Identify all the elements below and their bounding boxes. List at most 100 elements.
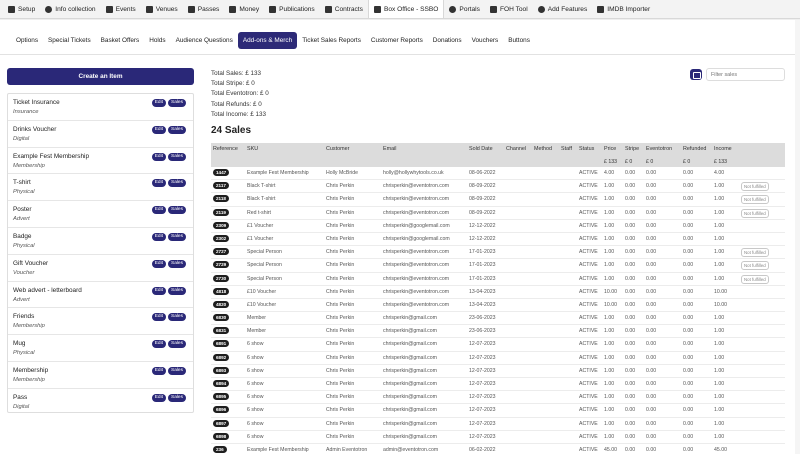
nav-add-features[interactable]: Add Features [533,0,593,18]
col-staff[interactable]: Staff [561,146,572,152]
edit-button[interactable]: Edit [151,366,166,375]
nav-setup[interactable]: Setup [3,0,40,18]
tab-vouchers[interactable]: Vouchers [467,32,504,49]
tab-basket-offers[interactable]: Basket Offers [96,32,145,49]
sales-button[interactable]: Sales [168,393,186,402]
sales-button[interactable]: Sales [168,340,186,349]
sales-button[interactable]: Sales [168,179,186,188]
sales-button[interactable]: Sales [168,286,186,295]
reference-badge[interactable]: 6895 [213,393,230,401]
col-sold-date[interactable]: Sold Date [469,146,493,152]
reference-badge[interactable]: 6892 [213,353,230,361]
reference-badge[interactable]: 236 [213,445,227,453]
create-item-button[interactable]: Create an Item [7,68,194,85]
nav-info-collection[interactable]: Info collection [40,0,100,18]
tab-audience-questions[interactable]: Audience Questions [171,32,238,49]
fulfilment-badge[interactable]: Not fulfilled [741,248,769,258]
reference-badge[interactable]: 6891 [213,340,230,348]
sales-button[interactable]: Sales [168,152,186,161]
sales-button[interactable]: Sales [168,99,186,107]
list-item[interactable]: Drinks Voucher Digital Edit Sales [8,121,193,148]
fulfilment-badge[interactable]: Not fulfilled [741,274,769,284]
list-item[interactable]: Web advert - letterboard Advert Edit Sales [8,282,193,309]
reference-badge[interactable]: 2117 [213,182,229,190]
nav-publications[interactable]: Publications [264,0,320,18]
filter-toggle-icon[interactable] [690,69,702,80]
nav-passes[interactable]: Passes [183,0,225,18]
list-item[interactable]: T-shirt Physical Edit Sales [8,174,193,202]
edit-button[interactable]: Edit [151,152,166,161]
list-item[interactable]: Poster Advert Edit Sales [8,201,193,228]
col-customer[interactable]: Customer [326,146,349,152]
edit-button[interactable]: Edit [151,313,166,322]
edit-button[interactable]: Edit [151,99,166,107]
reference-badge[interactable]: 4818 [213,287,230,295]
nav-box-office-ssbo[interactable]: Box Office - SSBO [367,0,445,18]
sales-button[interactable]: Sales [168,259,186,268]
reference-badge[interactable]: 2727 [213,248,230,256]
col-email[interactable]: Email [383,146,396,152]
list-item[interactable]: Friends Membership Edit Sales [8,308,193,336]
fulfilment-badge[interactable]: Not fulfilled [741,208,769,218]
reference-badge[interactable]: 6830 [213,314,230,322]
tab-donations[interactable]: Donations [428,32,467,49]
list-item[interactable]: Pass Digital Edit Sales [8,389,193,416]
reference-badge[interactable]: 6894 [213,380,230,387]
fulfilment-badge[interactable]: Not fulfilled [741,182,769,192]
edit-button[interactable]: Edit [151,232,166,241]
tab-ticket-sales-reports[interactable]: Ticket Sales Reports [297,32,366,49]
col-eventotron[interactable]: Eventotron [646,146,672,152]
nav-money[interactable]: Money [224,0,264,18]
list-item[interactable]: Ticket Insurance Insurance Edit Sales [8,94,193,121]
reference-badge[interactable]: 6898 [213,432,230,440]
edit-button[interactable]: Edit [151,340,166,349]
list-item[interactable]: Membership Membership Edit Sales [8,362,193,389]
reference-badge[interactable]: 2309 [213,221,230,229]
nav-portals[interactable]: Portals [444,0,485,18]
tab-special-tickets[interactable]: Special Tickets [43,32,96,49]
fulfilment-badge[interactable]: Not fulfilled [741,261,769,271]
reference-badge[interactable]: 2729 [213,261,230,269]
tab-customer-reports[interactable]: Customer Reports [366,32,428,49]
reference-badge[interactable]: 6893 [213,366,230,374]
edit-button[interactable]: Edit [151,125,166,134]
reference-badge[interactable]: 2119 [213,208,229,216]
sales-button[interactable]: Sales [168,232,186,241]
col-status[interactable]: Status [579,146,594,152]
reference-badge[interactable]: 6831 [213,327,230,335]
nav-contracts[interactable]: Contracts [320,0,368,18]
col-channel[interactable]: Channel [506,146,526,152]
reference-badge[interactable]: 2118 [213,195,229,203]
sales-button[interactable]: Sales [168,366,186,375]
edit-button[interactable]: Edit [151,393,166,402]
col-method[interactable]: Method [534,146,552,152]
tab-buttons[interactable]: Buttons [503,32,535,49]
list-item[interactable]: Mug Physical Edit Sales [8,335,193,362]
reference-badge[interactable]: 2302 [213,234,230,242]
reference-badge[interactable]: 2730 [213,274,230,282]
edit-button[interactable]: Edit [151,286,166,295]
col-sku[interactable]: SKU [247,146,258,152]
fulfilment-badge[interactable]: Not fulfilled [741,195,769,205]
tab-options[interactable]: Options [11,32,43,49]
reference-badge[interactable]: 1447 [213,169,230,176]
nav-events[interactable]: Events [101,0,141,18]
col-reference[interactable]: Reference [213,146,238,152]
sales-button[interactable]: Sales [168,206,186,215]
reference-badge[interactable]: 6896 [213,406,230,414]
filter-sales-input[interactable] [706,68,785,81]
tab-holds[interactable]: Holds [144,32,170,49]
col-refunded[interactable]: Refunded [683,146,706,152]
sales-button[interactable]: Sales [168,125,186,134]
nav-venues[interactable]: Venues [141,0,183,18]
col-price[interactable]: Price [604,146,616,152]
col-income[interactable]: Income [714,146,732,152]
nav-foh-tool[interactable]: FOH Tool [485,0,533,18]
reference-badge[interactable]: 4820 [213,300,230,308]
list-item[interactable]: Gift Voucher Voucher Edit Sales [8,255,193,282]
nav-imdb-importer[interactable]: IMDB Importer [592,0,655,18]
list-item[interactable]: Example Fest Membership Membership Edit Sal… [8,148,193,175]
reference-badge[interactable]: 6897 [213,419,230,427]
edit-button[interactable]: Edit [151,206,166,215]
tab-add-ons-merch[interactable]: Add-ons & Merch [237,31,298,49]
